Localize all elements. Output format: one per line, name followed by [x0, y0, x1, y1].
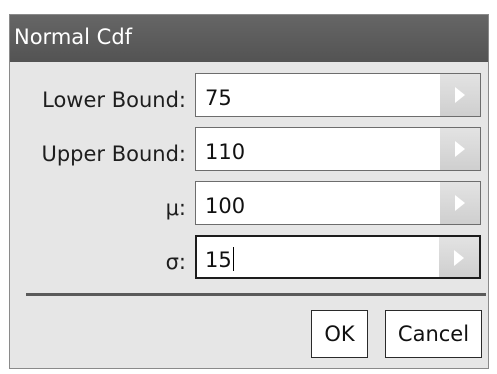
triangle-right-icon	[455, 141, 465, 157]
sigma-menu-button[interactable]	[439, 237, 479, 277]
mu-field[interactable]: 100	[195, 181, 481, 225]
lower-bound-field[interactable]: 75	[195, 73, 481, 117]
text-cursor	[232, 247, 234, 271]
mu-value: 100	[205, 194, 246, 218]
dialog-titlebar[interactable]: Normal Cdf	[10, 15, 488, 62]
cancel-button[interactable]: Cancel	[385, 310, 482, 358]
triangle-right-icon	[454, 250, 464, 266]
upper-bound-label: Upper Bound:	[41, 142, 186, 166]
ok-button[interactable]: OK	[311, 310, 368, 358]
dialog-title: Normal Cdf	[14, 25, 133, 49]
sigma-field[interactable]: 15	[195, 235, 481, 279]
mu-label: μ:	[165, 196, 186, 220]
sigma-label: σ:	[165, 250, 186, 274]
upper-bound-field[interactable]: 110	[195, 127, 481, 171]
lower-bound-value: 75	[205, 86, 232, 110]
sigma-value-wrap: 15	[205, 247, 234, 273]
upper-bound-value: 110	[205, 140, 246, 164]
lower-bound-menu-button[interactable]	[440, 74, 480, 116]
triangle-right-icon	[455, 87, 465, 103]
button-separator	[26, 293, 486, 296]
normal-cdf-dialog: Normal Cdf Lower Bound: 75 Upper Bound: …	[9, 14, 489, 369]
sigma-value: 15	[205, 248, 232, 272]
upper-bound-menu-button[interactable]	[440, 128, 480, 170]
triangle-right-icon	[455, 195, 465, 211]
mu-menu-button[interactable]	[440, 182, 480, 224]
lower-bound-label: Lower Bound:	[42, 88, 186, 112]
